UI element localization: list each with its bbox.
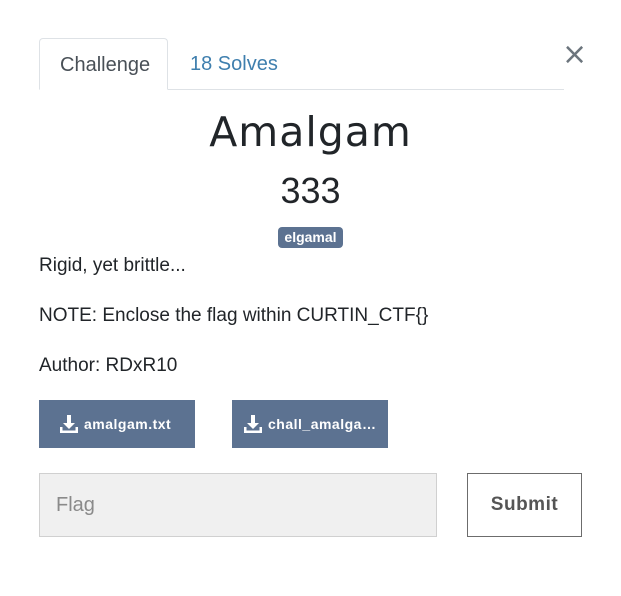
description-author: Author: RDxR10 (39, 355, 178, 376)
close-button[interactable]: × (562, 37, 588, 72)
download-icon (244, 415, 262, 433)
description-note: NOTE: Enclose the flag within CURTIN_CTF… (39, 305, 429, 326)
flag-input[interactable] (39, 473, 437, 537)
file-download-button[interactable]: chall_amalgam.py (232, 400, 388, 448)
challenge-title: Amalgam (209, 108, 412, 156)
file-download-button[interactable]: amalgam.txt (39, 400, 195, 448)
download-icon (60, 415, 78, 433)
submit-button[interactable]: Submit (467, 473, 582, 537)
tab-solves[interactable]: 18 Solves (170, 38, 298, 89)
challenge-tag: elgamal (278, 227, 343, 248)
challenge-modal: × Challenge 18 Solves Amalgam 333 elgama… (0, 0, 621, 596)
close-icon: × (562, 37, 588, 72)
tab-challenge[interactable]: Challenge (39, 38, 168, 90)
challenge-points: 333 (280, 170, 341, 211)
tab-bar: Challenge 18 Solves (39, 38, 564, 90)
file-name: chall_amalgam.py (268, 416, 384, 432)
file-name: amalgam.txt (84, 416, 172, 432)
description-line: Rigid, yet brittle... (39, 255, 186, 276)
